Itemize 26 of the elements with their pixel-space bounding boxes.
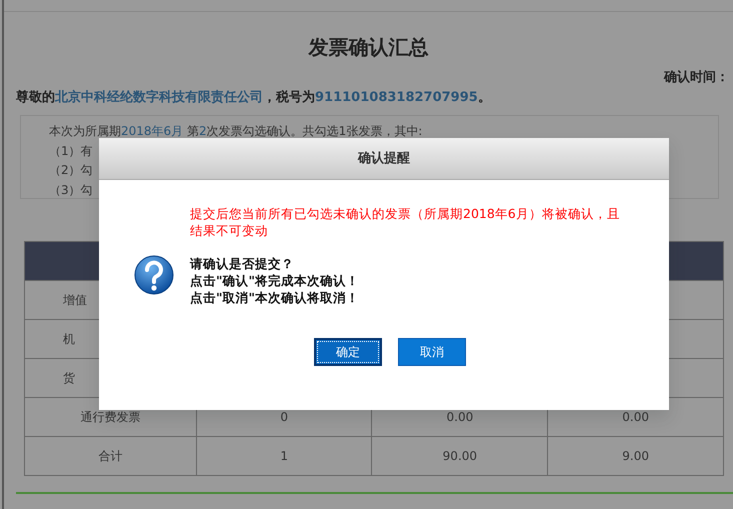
table-cell: 货 (63, 371, 75, 385)
dialog-title: 确认提醒 (99, 138, 669, 180)
summary-text: 本次为所属期2018年6月 第2次发票勾选确认。共勾选1张发票，其中: (49, 123, 424, 140)
confirm-message: 点击"取消"本次确认将取消！ (190, 290, 360, 305)
greeting-text: 尊敬的北京中科经纶数字科技有限责任公司，税号为911101083182707995。 (16, 90, 491, 104)
confirm-message: 点击"确认"将完成本次确认！ (190, 273, 360, 288)
table-cell: 机 (63, 332, 75, 346)
table-cell: 合计 (98, 449, 122, 463)
table-cell: 0.00 (446, 410, 474, 424)
table-cell: 1 (280, 449, 288, 463)
question-icon (134, 255, 174, 297)
table-cell: 0 (280, 410, 288, 424)
summary-line: （3）勾 (49, 182, 93, 196)
confirm-message: 请确认是否提交？ (190, 256, 294, 271)
table-cell: 9.00 (622, 449, 649, 463)
table-cell: 通行费发票 (80, 410, 140, 424)
table-cell: 0.00 (622, 410, 649, 424)
summary-line: （2）勾 (49, 163, 93, 177)
page-title: 发票确认汇总 (307, 34, 430, 61)
table-cell: 增值 (63, 293, 87, 307)
confirm-time-label: 确认时间： (664, 70, 729, 85)
table-cell: 90.00 (442, 449, 478, 463)
dialog-button[interactable]: 确定 (314, 338, 382, 366)
summary-line: （1）有 (49, 144, 93, 158)
dialog-button[interactable]: 取消 (398, 338, 466, 366)
warning-text: 提交后您当前所有已勾选未确认的发票（所属期2018年6月）将被确认，且结果不可变动 (190, 205, 621, 239)
